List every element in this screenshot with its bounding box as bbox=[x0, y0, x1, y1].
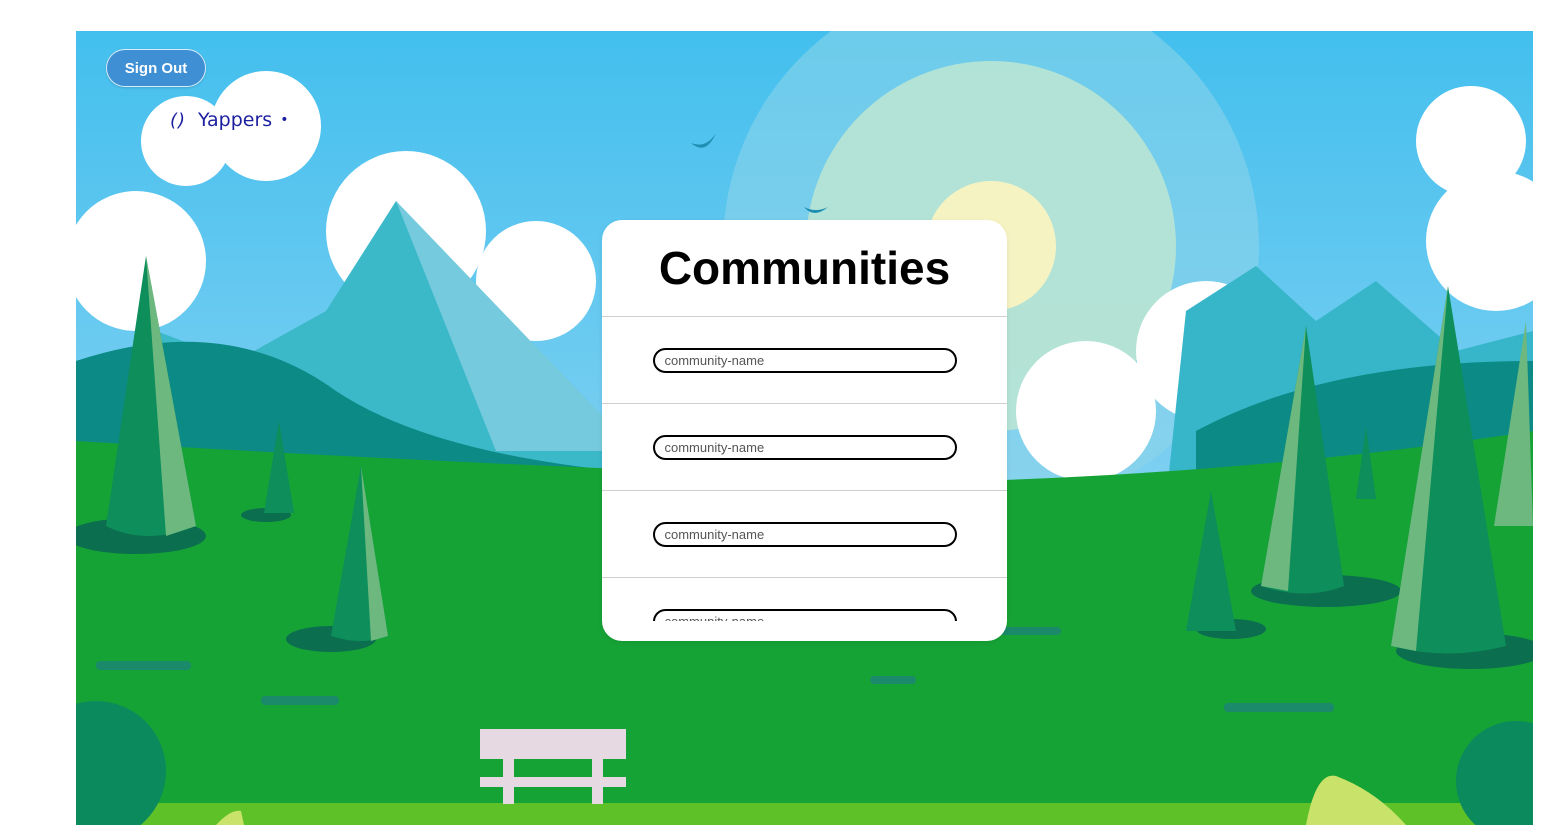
communities-panel: Communities bbox=[602, 220, 1007, 641]
logo-mark-icon: () bbox=[170, 109, 187, 131]
community-name-input[interactable] bbox=[652, 608, 957, 621]
page-title: Communities bbox=[602, 220, 1007, 317]
list-item bbox=[602, 578, 1007, 621]
community-name-input[interactable] bbox=[652, 434, 957, 460]
logo-text: Yappers bbox=[198, 109, 273, 131]
list-item bbox=[602, 317, 1007, 404]
logo-dot-icon: • bbox=[280, 112, 289, 128]
app-logo[interactable]: () Yappers • bbox=[170, 109, 288, 131]
app-viewport: Sign Out () Yappers • Communities bbox=[76, 31, 1533, 825]
community-name-input[interactable] bbox=[652, 521, 957, 547]
community-list[interactable] bbox=[602, 317, 1007, 621]
list-item bbox=[602, 404, 1007, 491]
list-item bbox=[602, 491, 1007, 578]
community-name-input[interactable] bbox=[652, 347, 957, 373]
sign-out-button[interactable]: Sign Out bbox=[106, 49, 206, 87]
